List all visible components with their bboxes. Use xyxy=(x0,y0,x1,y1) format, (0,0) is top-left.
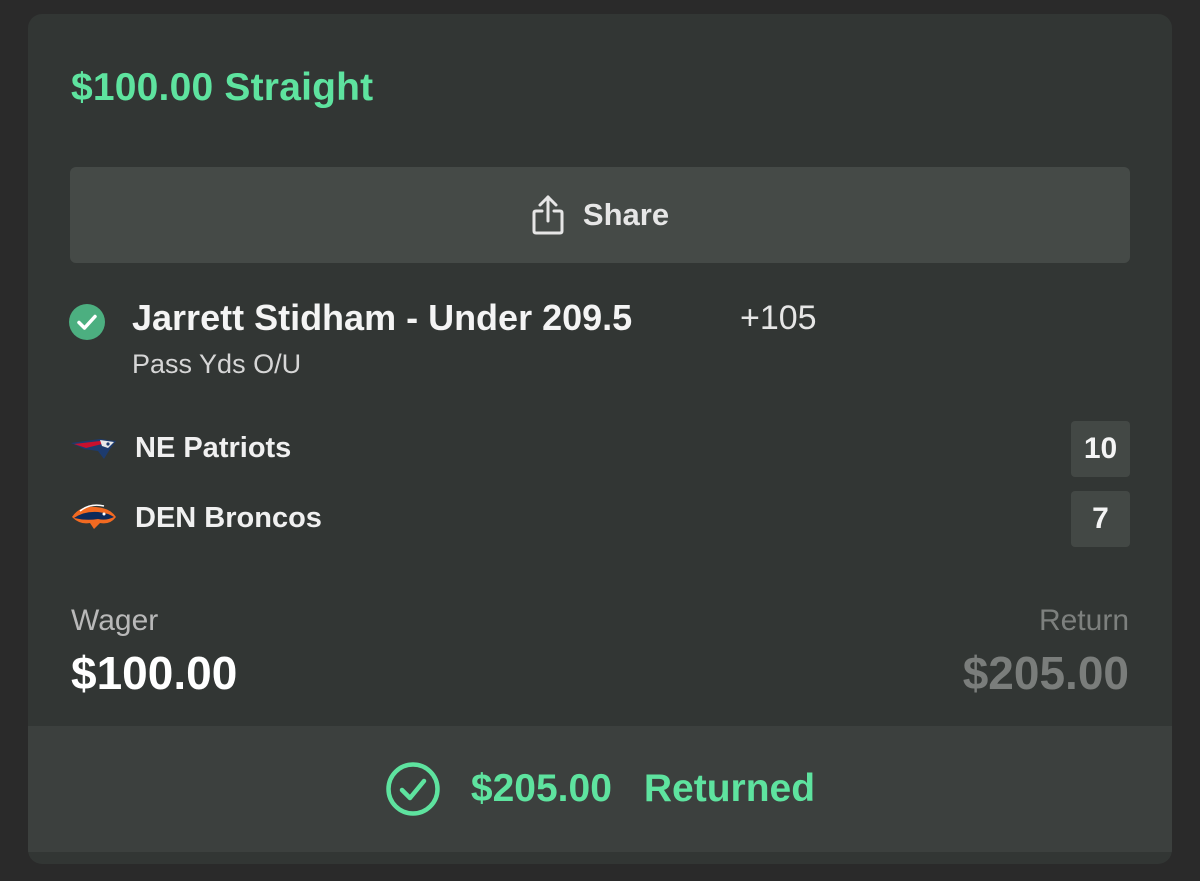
team-row-home: NE Patriots 10 xyxy=(70,421,1130,477)
team-name: NE Patriots xyxy=(135,432,292,464)
market-name: Pass Yds O/U xyxy=(132,349,302,379)
team-name: DEN Broncos xyxy=(135,502,322,534)
share-icon xyxy=(531,194,565,236)
selection-odds: +105 xyxy=(740,299,817,337)
returned-amount: $205.00 xyxy=(470,767,612,810)
wager-value: $100.00 xyxy=(71,647,238,699)
broncos-logo-icon xyxy=(72,504,116,529)
share-button[interactable]: Share xyxy=(70,167,1130,263)
patriots-logo-icon xyxy=(71,439,116,459)
return-label: Return xyxy=(1038,604,1129,637)
selection-name: Jarrett Stidham - Under 209.5 xyxy=(132,297,633,338)
check-circle-outline-icon xyxy=(386,762,440,816)
team-row-away: DEN Broncos 7 xyxy=(70,491,1130,547)
team-score: 10 xyxy=(1071,421,1130,477)
wager-label: Wager xyxy=(71,604,159,637)
bet-title: $100.00 Straight xyxy=(71,66,374,109)
share-label: Share xyxy=(582,197,670,232)
settlement-banner: $205.00 Returned xyxy=(28,726,1172,852)
check-circle-icon xyxy=(69,304,105,340)
team-score: 7 xyxy=(1071,491,1130,547)
return-value: $205.00 xyxy=(962,647,1129,699)
bet-card: $100.00 Straight Share Jarrett Stidham -… xyxy=(28,14,1172,864)
returned-status: Returned xyxy=(643,767,816,810)
